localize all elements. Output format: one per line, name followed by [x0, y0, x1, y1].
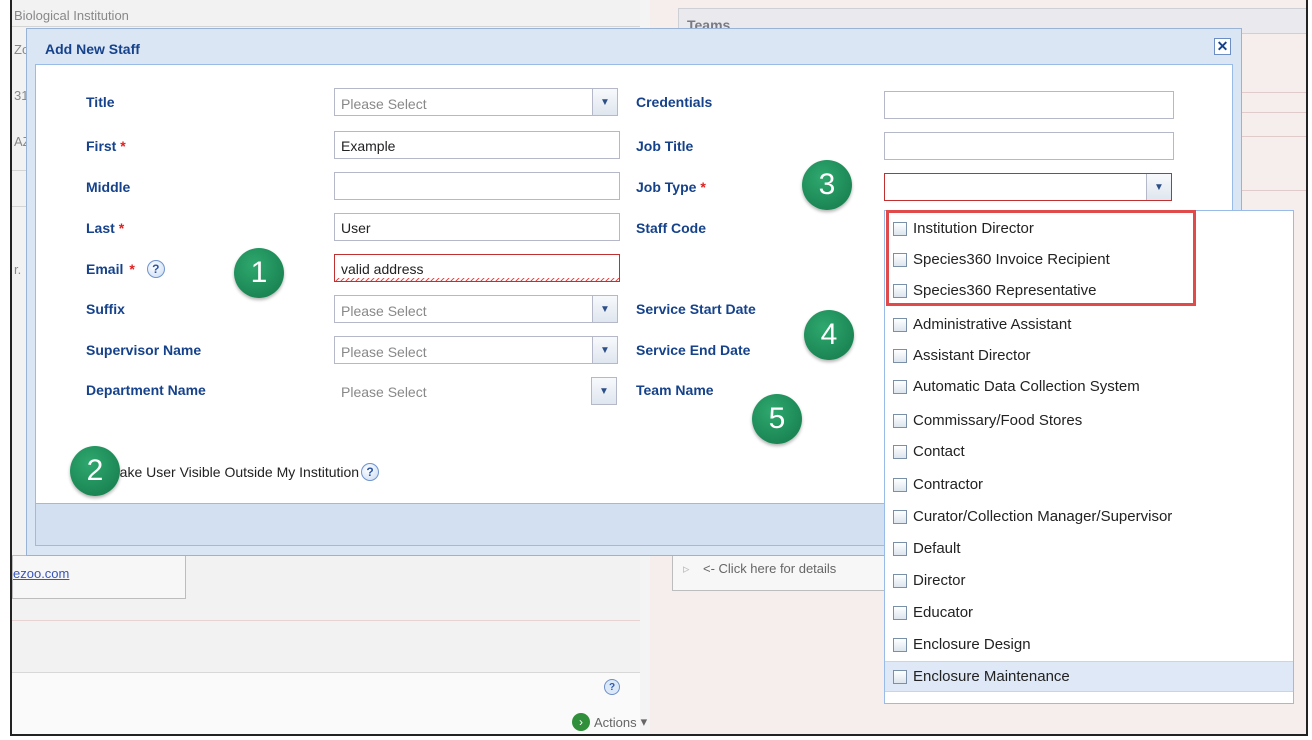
chevron-down-icon[interactable]: ▼	[592, 337, 617, 363]
job-type-dropdown[interactable]: Institution Director Species360 Invoice …	[884, 210, 1294, 704]
visible-outside-checkbox[interactable]: Make User Visible Outside My Institution…	[90, 463, 380, 481]
team-name-label: Team Name	[636, 382, 714, 398]
title-label: Title	[86, 94, 115, 110]
caret-down-icon: ▾	[640, 714, 648, 729]
visible-outside-label: Make User Visible Outside My Institution	[108, 464, 360, 480]
arrow-right-icon: ›	[572, 713, 590, 731]
service-start-label: Service Start Date	[636, 301, 756, 317]
bg-details-box[interactable]: ▹ <- Click here for details	[672, 555, 902, 591]
help-icon[interactable]: ?	[146, 260, 165, 278]
list-item[interactable]: Enclosure Maintenance	[885, 661, 1293, 692]
email-label: Email *?	[86, 260, 165, 278]
first-label: First *	[86, 138, 126, 154]
job-title-label: Job Title	[636, 138, 694, 154]
list-item[interactable]: Commissary/Food Stores	[885, 405, 1293, 436]
callout-4: 4	[804, 310, 854, 360]
middle-name-input[interactable]	[334, 172, 620, 200]
job-title-input[interactable]	[884, 132, 1174, 160]
credentials-input[interactable]	[884, 91, 1174, 119]
department-select[interactable]: Please Select ▼	[334, 376, 618, 405]
list-item[interactable]: Enclosure Design	[885, 629, 1293, 660]
list-item[interactable]: Species360 Invoice Recipient	[885, 244, 1293, 275]
callout-3: 3	[802, 160, 852, 210]
chevron-down-icon[interactable]: ▼	[591, 377, 617, 405]
close-button[interactable]: ✕	[1214, 38, 1231, 55]
middle-label: Middle	[86, 179, 131, 195]
supervisor-label: Supervisor Name	[86, 342, 202, 358]
service-end-label: Service End Date	[636, 342, 751, 358]
list-item[interactable]: Administrative Assistant	[885, 309, 1293, 340]
list-item[interactable]: Institution Director	[885, 213, 1293, 244]
actions-label: Actions	[594, 714, 637, 730]
job-type-select[interactable]: ▼	[884, 173, 1172, 201]
department-label: Department Name	[86, 382, 206, 398]
callout-2: 2	[70, 446, 120, 496]
suffix-select[interactable]: Please Select ▼	[334, 295, 618, 323]
email-input[interactable]: valid address	[334, 254, 620, 282]
bg-bottom-panel: ? › Actions ▾	[12, 672, 647, 734]
callout-5: 5	[752, 394, 802, 444]
list-item[interactable]: Automatic Data Collection System	[885, 371, 1293, 402]
first-name-input[interactable]: Example	[334, 131, 620, 159]
list-item[interactable]: Director	[885, 565, 1293, 596]
institution-label: Biological Institution	[14, 8, 129, 23]
dialog-title: Add New Staff	[45, 41, 140, 57]
chevron-down-icon[interactable]: ▼	[592, 296, 617, 322]
title-select[interactable]: Please Select ▼	[334, 88, 618, 116]
list-item[interactable]: Educator	[885, 597, 1293, 628]
expand-icon: ▹	[683, 561, 690, 576]
staff-code-label: Staff Code	[636, 220, 706, 236]
email-link[interactable]: ezoo.com	[13, 566, 69, 581]
list-item[interactable]: Contact	[885, 436, 1293, 467]
last-label: Last *	[86, 220, 125, 236]
credentials-label: Credentials	[636, 94, 713, 110]
actions-menu[interactable]: › Actions ▾	[572, 713, 647, 731]
last-name-input[interactable]: User	[334, 213, 620, 241]
supervisor-select[interactable]: Please Select ▼	[334, 336, 618, 364]
bg-row-r: r.	[14, 262, 22, 277]
bg-divider	[12, 26, 640, 27]
chevron-down-icon[interactable]: ▼	[1146, 174, 1171, 200]
callout-1: 1	[234, 248, 284, 298]
list-item[interactable]: Default	[885, 533, 1293, 564]
bg-contact-box: ezoo.com	[12, 555, 186, 599]
list-item[interactable]: Contractor	[885, 469, 1293, 500]
suffix-label: Suffix	[86, 301, 125, 317]
help-icon[interactable]: ?	[361, 463, 380, 481]
help-icon[interactable]: ?	[604, 679, 620, 695]
job-type-label: Job Type *	[636, 179, 706, 195]
chevron-down-icon[interactable]: ▼	[592, 89, 617, 115]
list-item[interactable]: Species360 Representative	[885, 275, 1293, 306]
details-hint: <- Click here for details	[703, 561, 837, 576]
bg-divider	[12, 620, 640, 621]
list-item[interactable]: Assistant Director	[885, 340, 1293, 371]
list-item[interactable]: Curator/Collection Manager/Supervisor	[885, 501, 1293, 532]
